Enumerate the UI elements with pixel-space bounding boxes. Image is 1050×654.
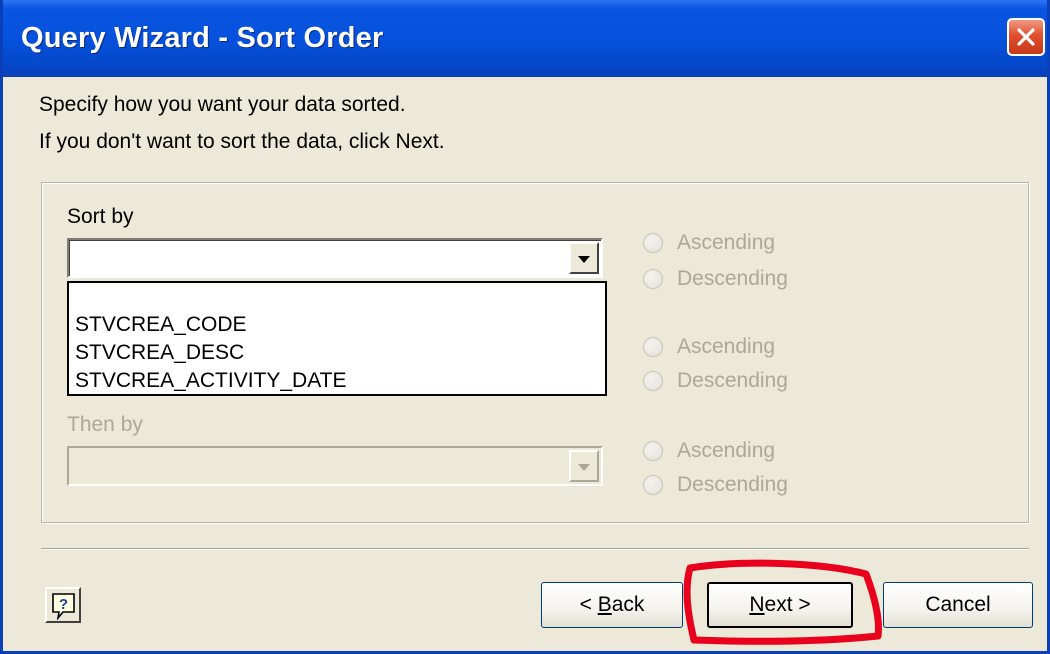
- radio-circle-icon: [643, 269, 663, 289]
- radio-label: Descending: [677, 473, 788, 496]
- help-icon: ?: [52, 593, 75, 620]
- sort-by-dropdown-list[interactable]: STVCREA_CODE STVCREA_DESC STVCREA_ACTIVI…: [67, 281, 607, 396]
- radio-label: Ascending: [677, 335, 776, 358]
- svg-text:?: ?: [59, 596, 68, 613]
- radio-circle-icon: [643, 371, 663, 391]
- radio-circle-icon: [643, 337, 663, 357]
- sort-by-combobox[interactable]: [67, 238, 603, 278]
- dropdown-option[interactable]: STVCREA_CODE: [75, 313, 247, 337]
- next-button-label: ext >: [764, 593, 811, 616]
- window-title: Query Wizard - Sort Order: [21, 22, 384, 54]
- back-button-mnemonic: B: [597, 593, 612, 616]
- then-by-combobox[interactable]: [67, 446, 603, 486]
- next-button[interactable]: Next >: [707, 582, 853, 628]
- radio-circle-icon: [643, 233, 663, 253]
- back-button[interactable]: < Back: [541, 582, 683, 628]
- radio-label: Ascending: [677, 439, 776, 462]
- chevron-down-icon: [578, 464, 590, 471]
- sort-by-label: Sort by: [67, 205, 134, 228]
- footer-divider: [41, 548, 1029, 550]
- close-button[interactable]: [1007, 18, 1045, 56]
- dropdown-option[interactable]: STVCREA_ACTIVITY_DATE: [75, 369, 347, 393]
- radio-circle-icon: [643, 475, 663, 495]
- dropdown-option[interactable]: STVCREA_DESC: [75, 341, 244, 365]
- then-by-dropdown-button[interactable]: [569, 450, 599, 482]
- cancel-button[interactable]: Cancel: [883, 582, 1033, 628]
- instruction-line-2: If you don't want to sort the data, clic…: [39, 130, 445, 153]
- back-button-prefix: <: [579, 593, 598, 616]
- chevron-down-icon: [578, 256, 590, 263]
- sort-by-dropdown-button[interactable]: [569, 242, 599, 274]
- radio-label: Descending: [677, 369, 788, 392]
- radio-label: Ascending: [677, 231, 776, 254]
- back-button-label: ack: [611, 593, 645, 616]
- cancel-button-label: Cancel: [925, 593, 991, 616]
- title-bar[interactable]: Query Wizard - Sort Order: [3, 0, 1047, 77]
- radio-label: Descending: [677, 267, 788, 290]
- then-by-label: Then by: [67, 413, 143, 436]
- radio-circle-icon: [643, 441, 663, 461]
- close-icon: [1017, 28, 1035, 46]
- query-wizard-dialog: Query Wizard - Sort Order Specify how yo…: [0, 0, 1050, 654]
- next-button-mnemonic: N: [749, 593, 765, 616]
- instruction-line-1: Specify how you want your data sorted.: [39, 93, 406, 116]
- help-button[interactable]: ?: [45, 587, 81, 623]
